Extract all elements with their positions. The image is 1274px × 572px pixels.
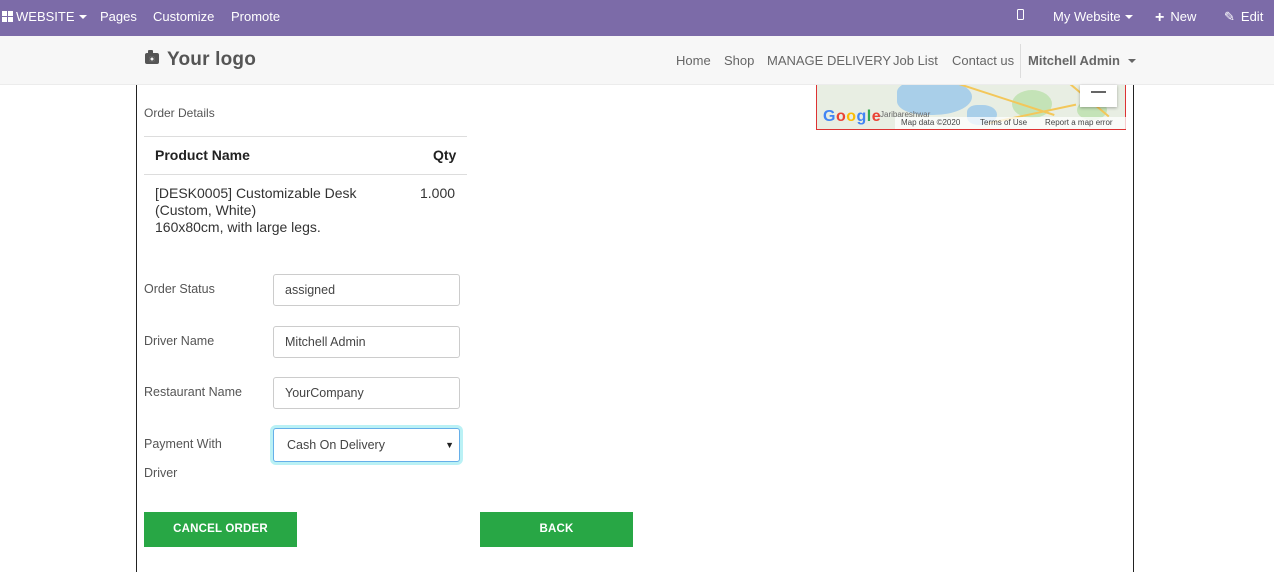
product-name-line: [DESK0005] Customizable Desk <box>155 185 357 201</box>
chevron-down-icon <box>78 14 87 19</box>
nav-contact-us[interactable]: Contact us <box>952 53 1014 68</box>
apps-grid-icon <box>2 10 13 22</box>
chevron-down-icon <box>1124 14 1133 19</box>
site-logo[interactable]: Your logo <box>145 49 256 71</box>
driver-name-label: Driver Name <box>144 334 215 348</box>
cancel-order-button[interactable]: CANCEL ORDER <box>144 512 297 547</box>
map-attribution: Map data ©2020 Terms of Use Report a map… <box>895 117 1126 129</box>
product-variant-line: (Custom, White) <box>155 202 257 218</box>
payment-label-line1: Payment With <box>144 437 222 451</box>
user-name: Mitchell Admin <box>1028 53 1120 68</box>
customize-menu[interactable]: Customize <box>153 0 214 36</box>
column-header-product-name: Product Name <box>155 147 250 163</box>
my-website-label: My Website <box>1053 9 1121 24</box>
plus-icon: + <box>1155 9 1165 26</box>
nav-job-list[interactable]: Job List <box>893 53 938 68</box>
payment-method-select[interactable]: Cash On Delivery ▼ <box>273 428 460 462</box>
my-website-menu[interactable]: My Website <box>1053 0 1133 36</box>
chevron-down-icon <box>1127 58 1136 63</box>
order-line-product: [DESK0005] Customizable Desk (Custom, Wh… <box>155 185 405 236</box>
nav-divider <box>1020 44 1021 78</box>
promote-menu[interactable]: Promote <box>231 0 280 36</box>
website-menu[interactable]: WEBSITE <box>2 0 87 36</box>
website-admin-bar: WEBSITE Pages Customize Promote My Websi… <box>0 0 1274 36</box>
new-label: New <box>1170 9 1197 24</box>
nav-home[interactable]: Home <box>676 53 711 68</box>
payment-label-line2: Driver <box>144 466 178 480</box>
restaurant-name-field[interactable]: YourCompany <box>273 377 460 409</box>
driver-name-field[interactable]: Mitchell Admin <box>273 326 460 358</box>
mobile-phone-icon <box>1017 9 1024 20</box>
payment-method-value: Cash On Delivery <box>287 438 385 452</box>
edit-label: Edit <box>1240 9 1264 24</box>
order-details-title: Order Details <box>144 106 215 120</box>
map-terms-link[interactable]: Terms of Use <box>980 117 1027 129</box>
google-logo: Google <box>823 108 882 125</box>
content-border-right <box>1133 85 1134 572</box>
camera-icon <box>145 50 159 64</box>
nav-manage-delivery[interactable]: MANAGE DELIVERY <box>767 53 891 68</box>
order-status-label: Order Status <box>144 282 215 296</box>
dropdown-arrow-icon: ▼ <box>445 440 454 450</box>
product-description-line: 160x80cm, with large legs. <box>155 219 321 235</box>
back-button[interactable]: BACK <box>480 512 633 547</box>
site-header: Your logo Home Shop MANAGE DELIVERY Job … <box>0 36 1274 85</box>
order-status-field[interactable]: assigned <box>273 274 460 306</box>
restaurant-name-label: Restaurant Name <box>144 385 242 399</box>
map-zoom-out-button[interactable] <box>1080 85 1117 107</box>
user-menu[interactable]: Mitchell Admin <box>1028 53 1136 68</box>
website-menu-label: WEBSITE <box>16 9 75 24</box>
map-data-text: Map data ©2020 <box>901 118 961 127</box>
column-header-qty: Qty <box>433 147 457 163</box>
pencil-icon: ✎ <box>1224 9 1235 24</box>
nav-shop[interactable]: Shop <box>724 53 754 68</box>
logo-text: Your logo <box>167 49 257 70</box>
table-divider <box>144 136 467 137</box>
content-border-left <box>136 85 137 572</box>
map-report-link[interactable]: Report a map error <box>1045 117 1113 129</box>
order-line-qty: 1.000 <box>420 185 456 201</box>
edit-button[interactable]: ✎ Edit <box>1224 0 1263 36</box>
table-divider <box>144 174 467 175</box>
pages-menu[interactable]: Pages <box>100 0 137 36</box>
mobile-preview-button[interactable] <box>1017 0 1024 35</box>
payment-with-driver-label: Payment With Driver <box>144 437 222 480</box>
new-button[interactable]: + New <box>1155 0 1196 36</box>
